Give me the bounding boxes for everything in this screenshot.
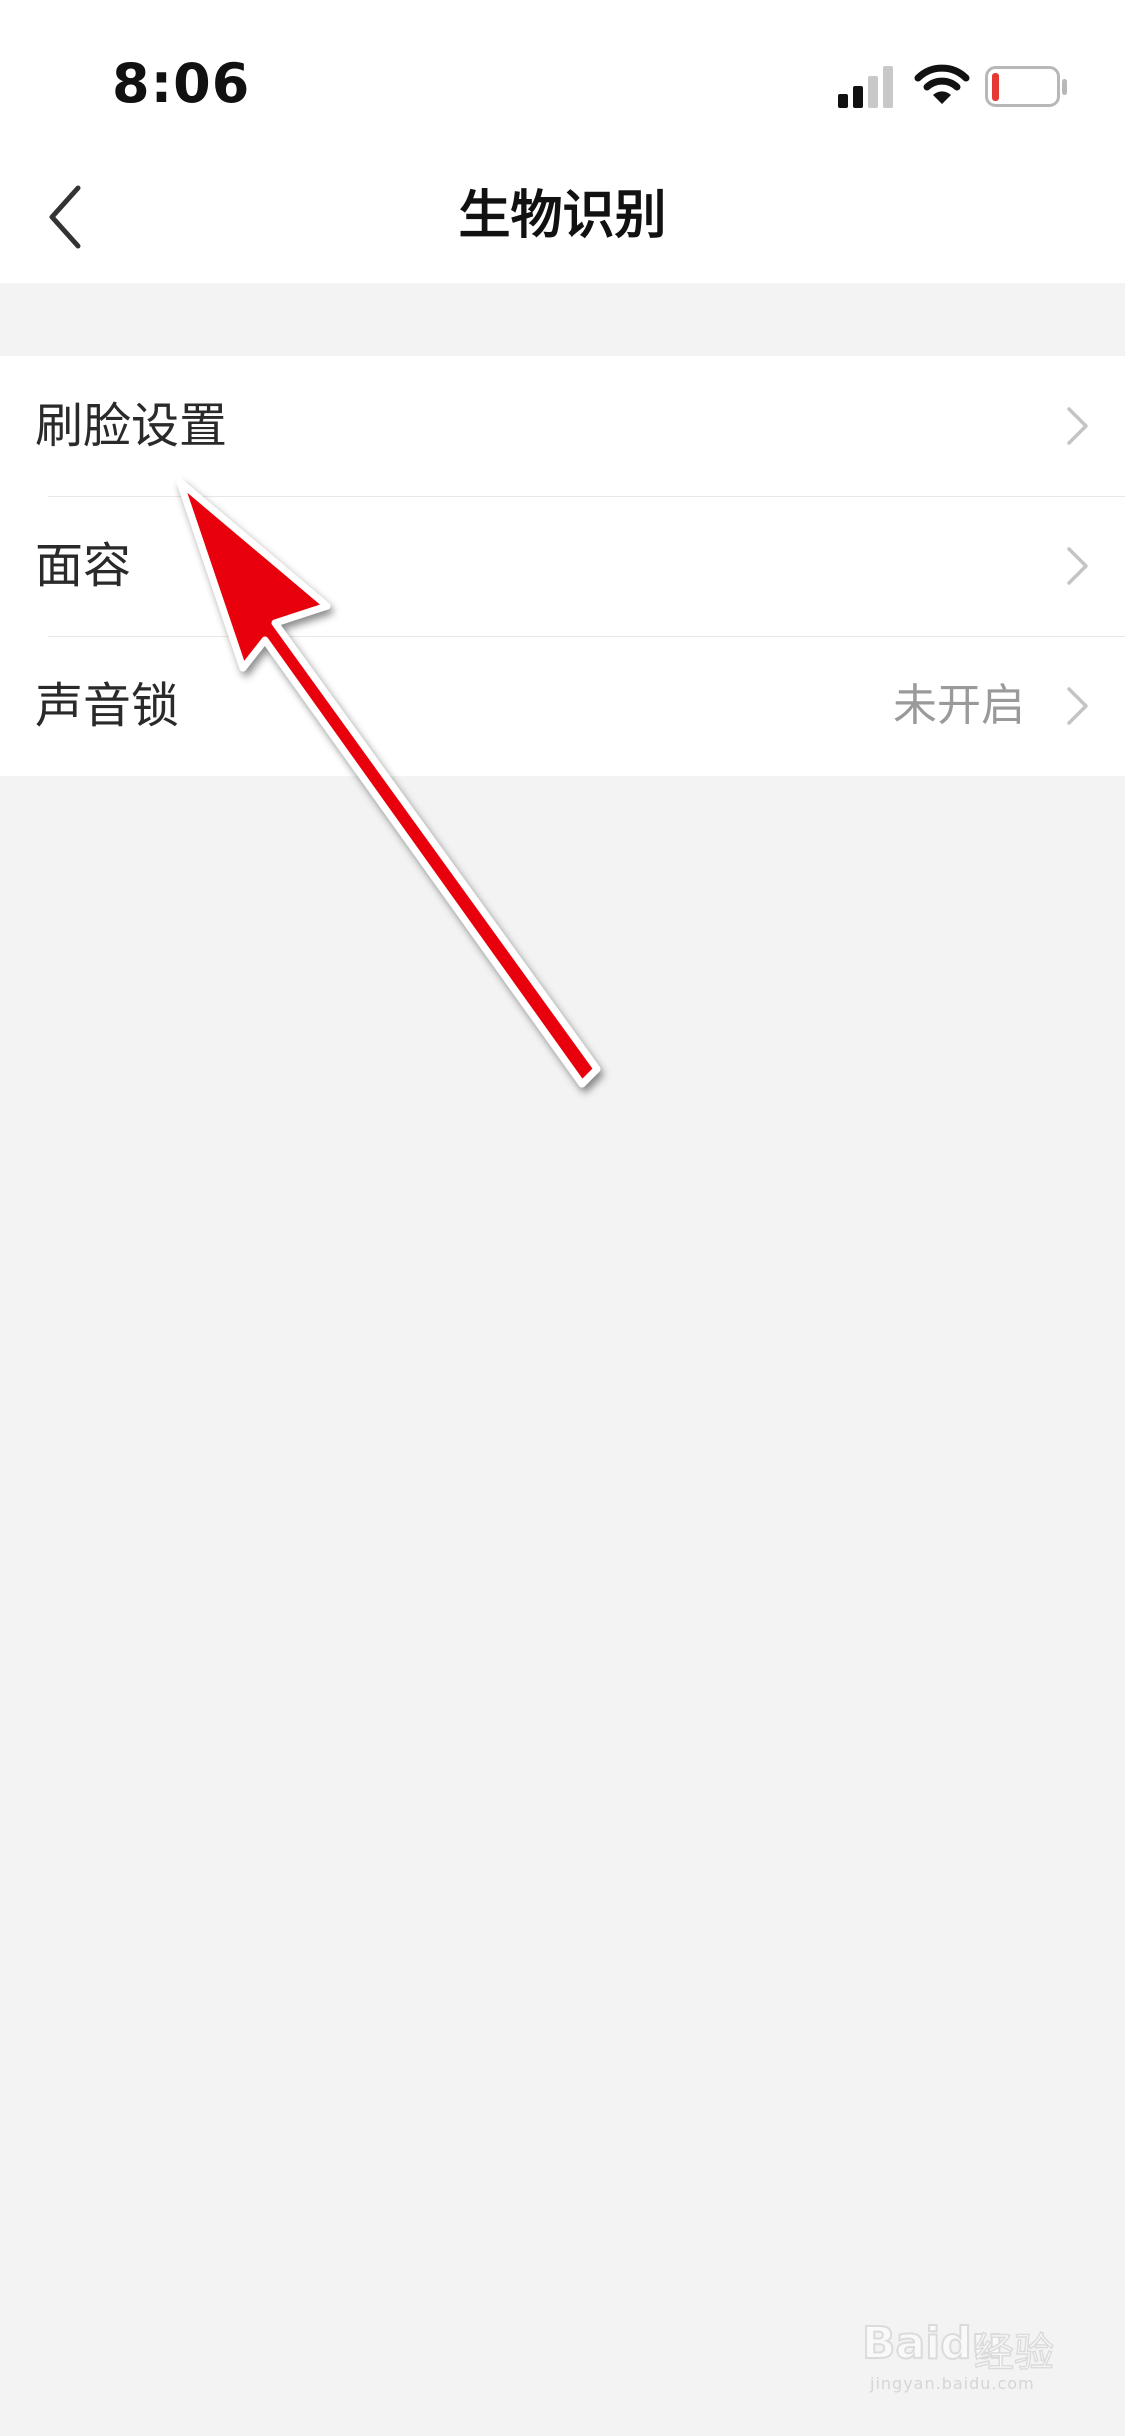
settings-list: 刷脸设置 面容 声音锁 未开启 bbox=[0, 356, 1125, 776]
battery-low-icon bbox=[985, 66, 1067, 107]
cellular-signal-icon bbox=[838, 66, 893, 108]
chevron-right-icon bbox=[1067, 547, 1088, 585]
status-time: 8:06 bbox=[112, 52, 251, 115]
chevron-left-icon[interactable] bbox=[40, 180, 100, 254]
settings-item-face-payment[interactable]: 刷脸设置 bbox=[0, 356, 1125, 496]
settings-item-label: 面容 bbox=[35, 538, 132, 594]
navigation-bar: 生物识别 bbox=[0, 150, 1125, 283]
settings-item-status: 未开启 bbox=[893, 680, 1025, 731]
settings-item-face-id[interactable]: 面容 bbox=[0, 496, 1125, 636]
chevron-right-icon bbox=[1067, 407, 1088, 445]
page-title: 生物识别 bbox=[458, 186, 667, 246]
settings-item-label: 刷脸设置 bbox=[35, 398, 228, 454]
settings-item-voice-lock[interactable]: 声音锁 未开启 bbox=[0, 636, 1125, 776]
status-bar: 8:06 bbox=[0, 0, 1125, 150]
watermark-brand: 经验 bbox=[973, 2329, 1055, 2377]
wifi-icon bbox=[914, 64, 970, 104]
settings-item-label: 声音锁 bbox=[35, 678, 180, 734]
chevron-right-icon bbox=[1067, 687, 1088, 725]
watermark-url: jingyan.baidu.com bbox=[870, 2374, 1035, 2393]
watermark: Baidu 经验 jingyan.baidu.com bbox=[861, 2310, 1072, 2400]
